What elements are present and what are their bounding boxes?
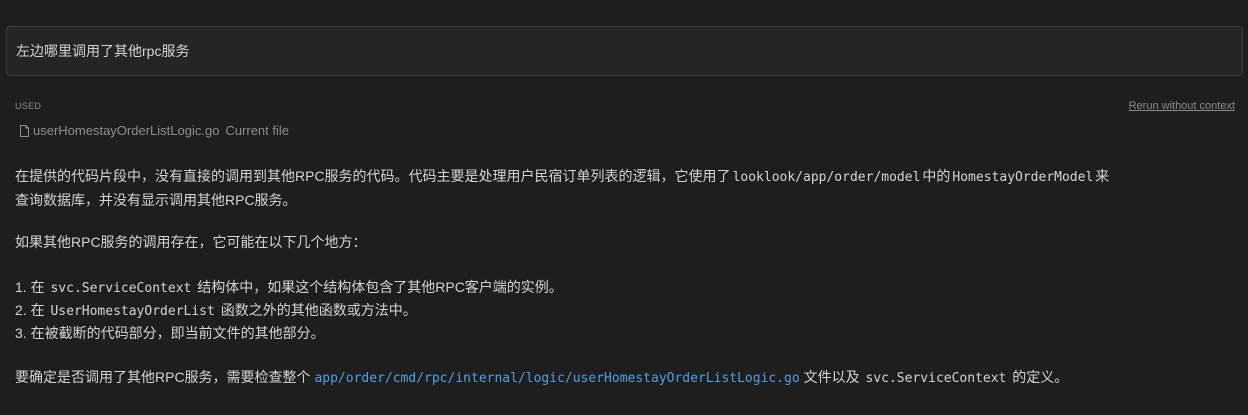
inline-code: HomestayOrderModel: [952, 170, 1094, 185]
answer-text: 中的: [922, 168, 951, 184]
list-item-text: 3. 在被截断的代码部分，即当前文件的其他部分。: [15, 325, 325, 341]
answer-paragraph-2: 如果其他RPC服务的调用存在，它可能在以下几个地方：: [15, 234, 367, 250]
document-icon: [20, 124, 29, 137]
inline-code: svc.ServiceContext: [50, 281, 192, 296]
list-item: 3. 在被截断的代码部分，即当前文件的其他部分。: [15, 322, 1237, 345]
answer-text: 来: [1095, 168, 1110, 184]
answer-paragraph-3: 要确定是否调用了其他RPC服务，需要检查整个 app/order/cmd/rpc…: [15, 366, 1237, 390]
user-query[interactable]: 左边哪里调用了其他rpc服务: [6, 26, 1243, 76]
answer-text: 查询数据库，并没有显示调用其他RPC服务。: [15, 192, 297, 208]
file-path-link[interactable]: app/order/cmd/rpc/internal/logic/userHom…: [314, 371, 799, 386]
list-item: 2. 在 UserHomestayOrderList 函数之外的其他函数或方法中…: [15, 299, 1237, 322]
user-query-text: 左边哪里调用了其他rpc服务: [16, 43, 190, 59]
inline-code: UserHomestayOrderList: [50, 304, 215, 319]
answer-text: 文件以及: [803, 369, 860, 385]
rerun-without-context-link[interactable]: Rerun without context: [1129, 100, 1235, 112]
context-file-reference[interactable]: userHomestayOrderListLogic.go Current fi…: [20, 123, 289, 138]
inline-code: looklook/app/order/model: [732, 170, 921, 185]
context-used-label: USED: [15, 101, 42, 111]
list-item-text: 2. 在: [15, 302, 45, 318]
answer-text: 在提供的代码片段中，没有直接的调用到其他RPC服务的代码。代码主要是处理用户民宿…: [15, 168, 731, 184]
context-file-name: userHomestayOrderListLogic.go: [33, 123, 220, 138]
chat-panel: 左边哪里调用了其他rpc服务 USED Rerun without contex…: [0, 0, 1248, 415]
list-item-text: 结构体中，如果这个结构体包含了其他RPC客户端的实例。: [197, 279, 563, 295]
answer-text: 要确定是否调用了其他RPC服务，需要检查整个: [15, 369, 311, 385]
list-item-text: 函数之外的其他函数或方法中。: [220, 302, 417, 318]
inline-code: svc.ServiceContext: [865, 371, 1007, 386]
answer-list: 1. 在 svc.ServiceContext 结构体中，如果这个结构体包含了其…: [15, 276, 1237, 345]
list-item: 1. 在 svc.ServiceContext 结构体中，如果这个结构体包含了其…: [15, 276, 1237, 299]
answer-paragraph-1: 在提供的代码片段中，没有直接的调用到其他RPC服务的代码。代码主要是处理用户民宿…: [15, 165, 1237, 211]
context-file-tag: Current file: [225, 123, 289, 138]
answer-text: 的定义。: [1012, 369, 1069, 385]
assistant-answer: 在提供的代码片段中，没有直接的调用到其他RPC服务的代码。代码主要是处理用户民宿…: [15, 165, 1237, 390]
list-item-text: 1. 在: [15, 279, 45, 295]
